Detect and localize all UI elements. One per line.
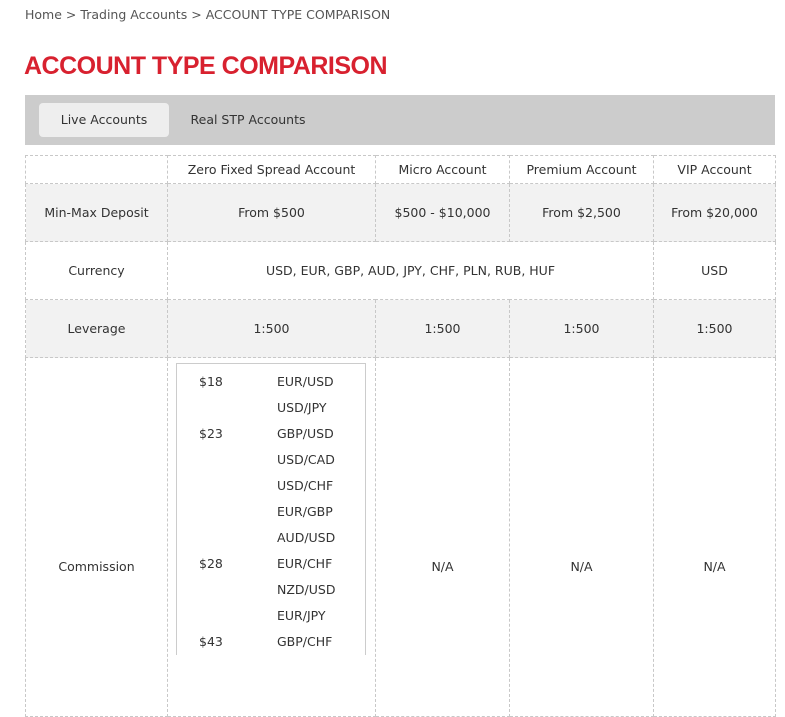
currency-pair: USD/CAD bbox=[277, 452, 335, 467]
breadcrumb-separator: > bbox=[191, 7, 202, 22]
header-empty bbox=[25, 155, 168, 184]
row-label: Leverage bbox=[25, 299, 168, 358]
list-item: $43 GBP/CHF bbox=[177, 629, 365, 655]
list-item: USD/JPY bbox=[177, 395, 365, 421]
table-cell: $500 - $10,000 bbox=[375, 183, 510, 242]
table-cell: 1:500 bbox=[653, 299, 776, 358]
breadcrumb: Home > Trading Accounts > ACCOUNT TYPE COMPA… bbox=[25, 7, 390, 22]
table-cell: 1:500 bbox=[375, 299, 510, 358]
list-item: $23 GBP/USD bbox=[177, 421, 365, 447]
list-item: $28 EUR/CHF bbox=[177, 551, 365, 577]
header-vip: VIP Account bbox=[653, 155, 776, 184]
currency-pair: EUR/USD bbox=[277, 374, 334, 389]
currency-pair: EUR/CHF bbox=[277, 556, 333, 571]
row-label: Currency bbox=[25, 241, 168, 300]
currency-pair: USD/JPY bbox=[277, 400, 327, 415]
list-item: NZD/USD bbox=[177, 577, 365, 603]
breadcrumb-home-link[interactable]: Home bbox=[25, 7, 62, 22]
table-header-row: Zero Fixed Spread Account Micro Account … bbox=[25, 155, 776, 184]
table-cell: N/A bbox=[653, 357, 776, 717]
commission-price: $28 bbox=[199, 556, 223, 571]
breadcrumb-separator: > bbox=[65, 7, 77, 22]
account-tabs: Live Accounts Real STP Accounts bbox=[25, 95, 775, 145]
commission-price: $43 bbox=[199, 634, 223, 649]
list-item: USD/CHF bbox=[177, 473, 365, 499]
breadcrumb-trading-accounts-link[interactable]: Trading Accounts bbox=[80, 7, 187, 22]
list-item: $18 EUR/USD bbox=[177, 369, 365, 395]
table-cell: USD bbox=[653, 241, 776, 300]
row-label: Commission bbox=[25, 357, 168, 717]
table-row-currency: Currency USD, EUR, GBP, AUD, JPY, CHF, P… bbox=[25, 241, 776, 300]
currency-pair: AUD/USD bbox=[277, 530, 336, 545]
list-item: USD/CAD bbox=[177, 447, 365, 473]
tab-live-accounts[interactable]: Live Accounts bbox=[39, 103, 169, 137]
table-row-deposit: Min-Max Deposit From $500 $500 - $10,000… bbox=[25, 183, 776, 242]
table-cell: N/A bbox=[375, 357, 510, 717]
list-item: EUR/JPY bbox=[177, 603, 365, 629]
tab-real-stp-accounts[interactable]: Real STP Accounts bbox=[183, 103, 313, 137]
commission-price: $23 bbox=[199, 426, 223, 441]
table-cell: USD, EUR, GBP, AUD, JPY, CHF, PLN, RUB, … bbox=[167, 241, 654, 300]
commission-price: $18 bbox=[199, 374, 223, 389]
table-cell: 1:500 bbox=[167, 299, 376, 358]
currency-pair: GBP/USD bbox=[277, 426, 334, 441]
commission-zero-fixed-cell: $18 EUR/USD USD/JPY $23 GBP/USD USD/CAD USD/CH… bbox=[167, 357, 376, 717]
page-title: ACCOUNT TYPE COMPARISON bbox=[24, 52, 388, 80]
table-cell: From $500 bbox=[167, 183, 376, 242]
table-cell: N/A bbox=[509, 357, 654, 717]
table-row-leverage: Leverage 1:500 1:500 1:500 1:500 bbox=[25, 299, 776, 358]
currency-pair: GBP/CHF bbox=[277, 634, 333, 649]
row-label: Min-Max Deposit bbox=[25, 183, 168, 242]
commission-list: $18 EUR/USD USD/JPY $23 GBP/USD USD/CAD USD/CH… bbox=[176, 363, 366, 655]
table-cell: From $2,500 bbox=[509, 183, 654, 242]
header-micro: Micro Account bbox=[375, 155, 510, 184]
currency-pair: USD/CHF bbox=[277, 478, 334, 493]
list-item: EUR/GBP bbox=[177, 499, 365, 525]
comparison-table: Zero Fixed Spread Account Micro Account … bbox=[25, 155, 776, 717]
list-item: AUD/USD bbox=[177, 525, 365, 551]
currency-pair: EUR/JPY bbox=[277, 608, 326, 623]
breadcrumb-current: ACCOUNT TYPE COMPARISON bbox=[205, 7, 391, 22]
header-zero-fixed-spread: Zero Fixed Spread Account bbox=[167, 155, 376, 184]
table-cell: From $20,000 bbox=[653, 183, 776, 242]
table-cell: 1:500 bbox=[509, 299, 654, 358]
table-row-commission: Commission $18 EUR/USD USD/JPY $23 GBP/USD US… bbox=[25, 357, 776, 717]
currency-pair: NZD/USD bbox=[277, 582, 336, 597]
header-premium: Premium Account bbox=[509, 155, 654, 184]
currency-pair: EUR/GBP bbox=[277, 504, 333, 519]
